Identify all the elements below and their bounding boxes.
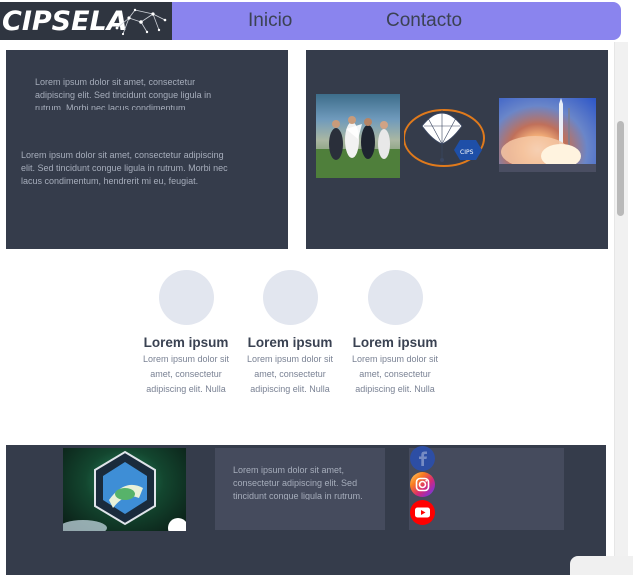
balloon-mission-logo: CIPS [404, 104, 488, 172]
feature-card: Lorem ipsum Lorem ipsum dolor sit amet, … [136, 270, 236, 397]
feature-text: Lorem ipsum dolor sit amet, consectetur … [246, 354, 334, 394]
feature-image-placeholder [262, 270, 318, 325]
instagram-icon[interactable] [410, 472, 435, 497]
feature-title: Lorem ipsum [352, 335, 438, 350]
facebook-glyph-icon [419, 451, 427, 466]
balloon-icon: CIPS [404, 109, 485, 167]
nav-link-inicio[interactable]: Inicio [248, 10, 292, 32]
feature-card: Lorem ipsum Lorem ipsum dolor sit amet, … [240, 270, 340, 397]
facebook-icon[interactable] [410, 446, 435, 471]
intro-text-1: Lorem ipsum dolor sit amet, consectetur … [35, 77, 212, 110]
feature-image-placeholder [367, 270, 423, 325]
youtube-glyph-icon [415, 507, 430, 518]
feature-title: Lorem ipsum [143, 335, 229, 350]
team-photo-illustration [316, 116, 400, 178]
footer-text: Lorem ipsum dolor sit amet, consectetur … [233, 465, 363, 500]
team-photo [316, 94, 400, 178]
feature-title: Lorem ipsum [247, 335, 333, 350]
corner-widget-tab[interactable] [570, 556, 633, 575]
feature-text: Lorem ipsum dolor sit amet, consectetur … [351, 354, 439, 394]
intro-text-2: Lorem ipsum dolor sit amet, consectetur … [21, 150, 228, 186]
rocket-launch-photo [499, 98, 596, 172]
feature-text: Lorem ipsum dolor sit amet, consectetur … [142, 354, 230, 394]
feature-card: Lorem ipsum Lorem ipsum dolor sit amet, … [345, 270, 445, 397]
intro-panel: Lorem ipsum dolor sit amet, consectetur … [6, 50, 288, 249]
nav-link-contacto[interactable]: Contacto [386, 10, 462, 32]
rocket-launch-illustration [499, 98, 596, 172]
svg-text:CIPS: CIPS [460, 149, 474, 156]
mission-patch-image [63, 448, 186, 531]
site-logo[interactable]: CIPSELA [0, 2, 172, 40]
feature-image-placeholder [158, 270, 214, 325]
logo-text: CIPSELA [2, 5, 128, 37]
top-navbar: CIPSELA Inicio Contacto [0, 2, 621, 40]
youtube-icon[interactable] [410, 500, 435, 525]
instagram-glyph-icon [415, 477, 430, 492]
mission-patch-illustration [63, 450, 186, 531]
logo-constellation-icon [115, 8, 167, 36]
footer-info-box: Lorem ipsum dolor sit amet, consectetur … [215, 448, 385, 530]
page-scrollbar-thumb[interactable] [617, 121, 624, 216]
